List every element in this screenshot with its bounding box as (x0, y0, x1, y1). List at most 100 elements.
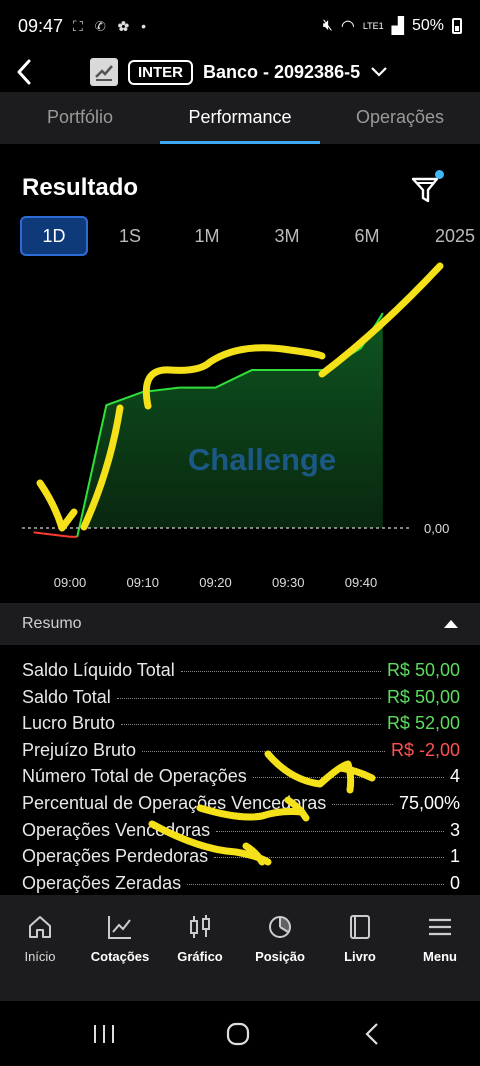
network-label: LTE1 (362, 21, 384, 31)
dotted-leader (332, 803, 393, 805)
dotted-leader (142, 750, 385, 752)
chevron-down-icon (371, 67, 387, 77)
chart-area-fill (77, 313, 383, 537)
candlestick-icon (190, 915, 210, 938)
summary-row: Número Total de Operações 4 (22, 766, 460, 793)
nav-label: Posição (255, 949, 305, 964)
recents-button[interactable] (84, 1019, 124, 1049)
summary-row: Saldo Líquido Total R$ 50,00 (22, 660, 460, 687)
home-icon (29, 916, 51, 938)
summary-row-value: 75,00% (398, 792, 460, 813)
summary-row-label: Operações Zeradas (22, 872, 182, 893)
summary-row-value: 1 (449, 846, 460, 867)
summary-row: Operações Vencedoras 3 (22, 820, 460, 847)
caret-up-icon (444, 620, 458, 628)
summary-row-label: Operações Perdedoras (22, 846, 209, 867)
result-chart[interactable]: Challenge 0,00 09:00 09:10 09:20 09:30 09:40 (0, 256, 480, 600)
x-tick-label: 09:40 (345, 575, 378, 590)
dotted-leader (252, 777, 444, 779)
system-back-button[interactable] (352, 1019, 392, 1049)
period-1d[interactable]: 1D (20, 216, 88, 256)
summary-row: Lucro Bruto R$ 52,00 (22, 713, 460, 740)
bottom-navigation: Início Cotações Gráfico Posição Livro Me… (0, 895, 480, 1001)
filter-button[interactable] (410, 170, 446, 206)
nav-livro[interactable]: Livro (320, 913, 400, 1001)
battery-icon (452, 18, 462, 34)
period-selector: 1D 1S 1M 3M 6M 2025 (0, 216, 480, 256)
nav-grafico[interactable]: Gráfico (160, 913, 240, 1001)
menu-icon (429, 918, 451, 936)
period-2025[interactable]: 2025 (426, 216, 480, 256)
recents-icon (94, 1025, 114, 1043)
dotted-leader (121, 724, 381, 726)
nav-posicao[interactable]: Posição (240, 913, 320, 1001)
nav-label: Menu (423, 949, 457, 964)
dotted-leader (187, 883, 444, 885)
nav-inicio[interactable]: Início (0, 913, 80, 1001)
nav-menu[interactable]: Menu (400, 913, 480, 1001)
home-button[interactable] (218, 1019, 258, 1049)
summary-row-value: R$ 50,00 (386, 686, 460, 707)
tab-performance[interactable]: Performance (160, 92, 320, 144)
nav-cotacoes[interactable]: Cotações (80, 913, 160, 1001)
broker-badge: INTER (128, 59, 193, 85)
x-tick-label: 09:20 (199, 575, 232, 590)
filter-active-dot (435, 170, 444, 179)
summary-row-label: Lucro Bruto (22, 713, 116, 734)
mute-icon: 🔇︎ (322, 17, 333, 34)
back-button[interactable] (16, 52, 46, 92)
summary-row-value: 4 (449, 766, 460, 787)
dotted-leader (180, 671, 381, 672)
signal-icon: ▟ (391, 18, 404, 35)
summary-row-label: Percentual de Operações Vencedoras (22, 792, 327, 813)
dotted-leader (216, 830, 444, 832)
app-header: INTER Banco - 2092386-5 (0, 52, 480, 92)
period-1m[interactable]: 1M (182, 216, 232, 256)
summary-row-value: R$ -2,00 (390, 739, 460, 760)
summary-title: Resumo (22, 615, 82, 632)
line-chart-icon (108, 916, 131, 939)
period-1s[interactable]: 1S (105, 216, 155, 256)
summary-row-label: Prejuízo Bruto (22, 739, 137, 760)
summary-row-label: Saldo Líquido Total (22, 660, 175, 680)
summary-header[interactable]: Resumo (0, 603, 480, 645)
x-tick-label: 09:30 (272, 575, 305, 590)
summary-row-value: 3 (449, 819, 460, 840)
system-back-icon (365, 1023, 378, 1045)
summary-row-value: R$ 52,00 (386, 713, 460, 734)
period-6m[interactable]: 6M (342, 216, 392, 256)
zero-axis-label: 0,00 (424, 521, 449, 536)
status-right: 🔇︎ ◠ LTE1 ▟ 50% (323, 16, 462, 36)
system-navigation (0, 1001, 480, 1066)
account-selector[interactable]: INTER Banco - 2092386-5 (90, 54, 388, 90)
summary-row: Percentual de Operações Vencedoras 75,00% (22, 793, 460, 820)
summary-row: Prejuízo Bruto R$ -2,00 (22, 740, 460, 767)
wifi-icon: ◠ (340, 18, 355, 35)
notification-icons: ⛶ ✆ ✿ • (73, 17, 151, 34)
summary-row-value: R$ 50,00 (386, 660, 460, 680)
dotted-leader (116, 697, 381, 699)
period-3m[interactable]: 3M (262, 216, 312, 256)
summary-list: Saldo Líquido Total R$ 50,00 Saldo Total R$… (22, 660, 460, 899)
book-icon (350, 915, 370, 939)
nav-label: Início (24, 949, 56, 964)
section-tabs: Portfólio Performance Operações (0, 92, 480, 144)
x-tick-label: 09:10 (126, 575, 159, 590)
x-tick-label: 09:00 (54, 575, 87, 590)
home-circle-icon (226, 1022, 250, 1046)
nav-label: Gráfico (177, 949, 223, 964)
nav-label: Cotações (90, 949, 150, 964)
pie-chart-icon (269, 916, 291, 938)
summary-row-value: 0 (449, 872, 460, 893)
nav-label: Livro (344, 949, 376, 964)
account-name: Banco - 2092386-5 (203, 61, 361, 82)
result-title: Resultado (22, 174, 139, 201)
chart-watermark: Challenge (188, 442, 336, 477)
tab-operacoes[interactable]: Operações (320, 92, 480, 144)
battery-percent: 50% (411, 17, 444, 34)
status-time: 09:47 (18, 15, 64, 36)
summary-row: Saldo Total R$ 50,00 (22, 687, 460, 714)
chart-line-negative (33, 531, 78, 538)
tab-portfolio[interactable]: Portfólio (0, 92, 160, 144)
broker-logo-icon (90, 58, 118, 86)
